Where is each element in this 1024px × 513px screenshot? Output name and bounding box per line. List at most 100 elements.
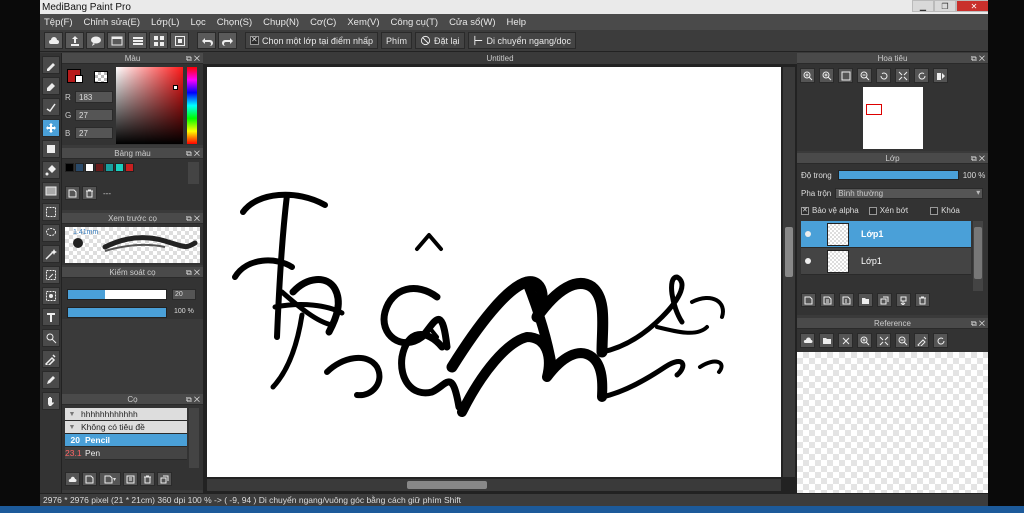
panel-close-icon[interactable]: ⧉ ✕ [186,213,200,224]
layer-scrollbar[interactable] [973,221,983,291]
palette-swatch[interactable] [65,163,74,172]
menu-file[interactable]: Tệp(F) [44,17,73,28]
menu-view[interactable]: Xem(V) [347,17,379,28]
fit-icon[interactable] [876,333,891,348]
palette-swatch[interactable] [125,163,134,172]
brush-size-slider[interactable] [67,289,167,300]
redo-icon[interactable] [218,32,237,49]
color-picker-cursor[interactable] [173,85,178,90]
text-tool-icon[interactable] [42,308,60,326]
palette-swatch[interactable] [95,163,104,172]
eyedropper-icon[interactable] [914,333,929,348]
operation-tool-icon[interactable] [42,329,60,347]
brush-settings-icon[interactable] [123,472,138,486]
brush-group-item[interactable]: ▼ Không có tiêu đề [65,421,187,434]
new-palette-icon[interactable] [65,186,80,200]
brush-size-value[interactable]: 20 [172,289,196,300]
close-reference-icon[interactable] [838,333,853,348]
hand-tool-icon[interactable] [42,392,60,410]
zoom-out-icon[interactable] [895,333,910,348]
navigator-preview[interactable] [863,87,923,149]
saturation-value-picker[interactable] [116,67,183,144]
g-field[interactable]: 27 [75,109,113,121]
lock-checkbox[interactable] [930,206,939,215]
flip-icon[interactable] [933,68,948,83]
share-icon[interactable] [65,32,84,49]
brush-item-pencil[interactable]: 20 Pencil [65,434,187,447]
new-brush-icon[interactable] [82,472,97,486]
panel-close-icon[interactable]: ⧉ ✕ [186,394,200,405]
navigator-viewport[interactable] [866,104,882,115]
zoom-in-alt-icon[interactable] [819,68,834,83]
protect-alpha-checkbox[interactable] [801,206,809,215]
list-icon[interactable] [128,32,147,49]
layer-row[interactable]: Lớp1 [801,248,971,275]
panel-icon[interactable] [107,32,126,49]
new-layer-icon[interactable] [801,293,816,307]
fit-icon[interactable] [838,68,853,83]
panel-close-icon[interactable]: ⧉ ✕ [186,148,200,159]
select-pen-icon[interactable] [42,266,60,284]
move-direction-button[interactable]: Di chuyển ngang/dọc [467,32,577,49]
reference-view[interactable] [797,352,988,493]
palette-swatch[interactable] [85,163,94,172]
select-layer-option[interactable]: Chọn một lớp tại điểm nhấp [245,32,378,49]
add-brush-icon[interactable]: ▾ [99,472,121,486]
scroll-thumb[interactable] [407,481,487,489]
clipping-checkbox[interactable] [868,206,877,215]
palette-swatch[interactable] [105,163,114,172]
palette-swatch[interactable] [75,163,84,172]
cloud-brush-icon[interactable] [65,472,80,486]
blend-mode-select[interactable]: Bình thường [835,188,984,199]
dot-tool-icon[interactable] [42,98,60,116]
delete-brush-icon[interactable] [140,472,155,486]
merge-layer-icon[interactable] [896,293,911,307]
new-folder-icon[interactable] [858,293,873,307]
move-tool-icon[interactable] [42,119,60,137]
fill-tool-icon[interactable] [42,161,60,179]
delete-palette-icon[interactable] [82,186,97,200]
panel-close-icon[interactable]: ⧉ ✕ [971,318,985,329]
palette-swatch[interactable] [115,163,124,172]
reset-button[interactable]: Đặt lại [414,32,465,49]
r-field[interactable]: 183 [75,91,113,103]
canvas-horizontal-scrollbar[interactable] [207,479,781,491]
layer-row[interactable]: Lớp1 [801,221,971,248]
expand-icon[interactable]: ▼ [65,411,79,418]
frame-icon[interactable] [170,32,189,49]
menu-window[interactable]: Cửa sổ(W) [449,17,495,28]
select-layer-checkbox[interactable] [250,35,259,45]
scroll-thumb[interactable] [974,227,982,279]
menu-edit[interactable]: Chỉnh sửa(E) [84,17,141,28]
rotate-left-icon[interactable] [876,68,891,83]
panel-close-icon[interactable]: ⧉ ✕ [971,53,985,64]
brush-opacity-slider[interactable] [67,307,167,318]
scroll-thumb[interactable] [785,227,793,277]
rotate-icon[interactable] [933,333,948,348]
panel-close-icon[interactable]: ⧉ ✕ [971,153,985,164]
brush-group-item[interactable]: ▼ hhhhhhhhhhhh [65,408,187,421]
palette-scrollbar[interactable] [188,162,199,184]
cloud-icon[interactable] [44,32,63,49]
cloud-reference-icon[interactable] [800,333,815,348]
new-1bit-layer-icon[interactable] [839,293,854,307]
layer-opacity-slider[interactable] [837,170,959,180]
visibility-icon[interactable] [801,258,815,264]
panel-close-icon[interactable]: ⧉ ✕ [186,267,200,278]
new-halftone-layer-icon[interactable] [820,293,835,307]
zoom-out-icon[interactable] [857,68,872,83]
delete-layer-icon[interactable] [915,293,930,307]
rectangle-tool-icon[interactable] [42,140,60,158]
transparent-swatch[interactable] [94,71,108,83]
brush-tool-icon[interactable] [42,56,60,74]
open-folder-icon[interactable] [819,333,834,348]
brush-list-scrollbar[interactable] [189,408,199,468]
select-tool-icon[interactable] [42,203,60,221]
minimize-button[interactable]: ▁ [912,0,934,12]
menu-capture[interactable]: Chụp(N) [263,17,299,28]
pen-tool-icon[interactable] [42,371,60,389]
maximize-button[interactable]: ❐ [934,0,956,12]
eraser-tool-icon[interactable] [42,77,60,95]
menu-brush[interactable]: Cơ(C) [310,17,336,28]
speech-icon[interactable] [86,32,105,49]
